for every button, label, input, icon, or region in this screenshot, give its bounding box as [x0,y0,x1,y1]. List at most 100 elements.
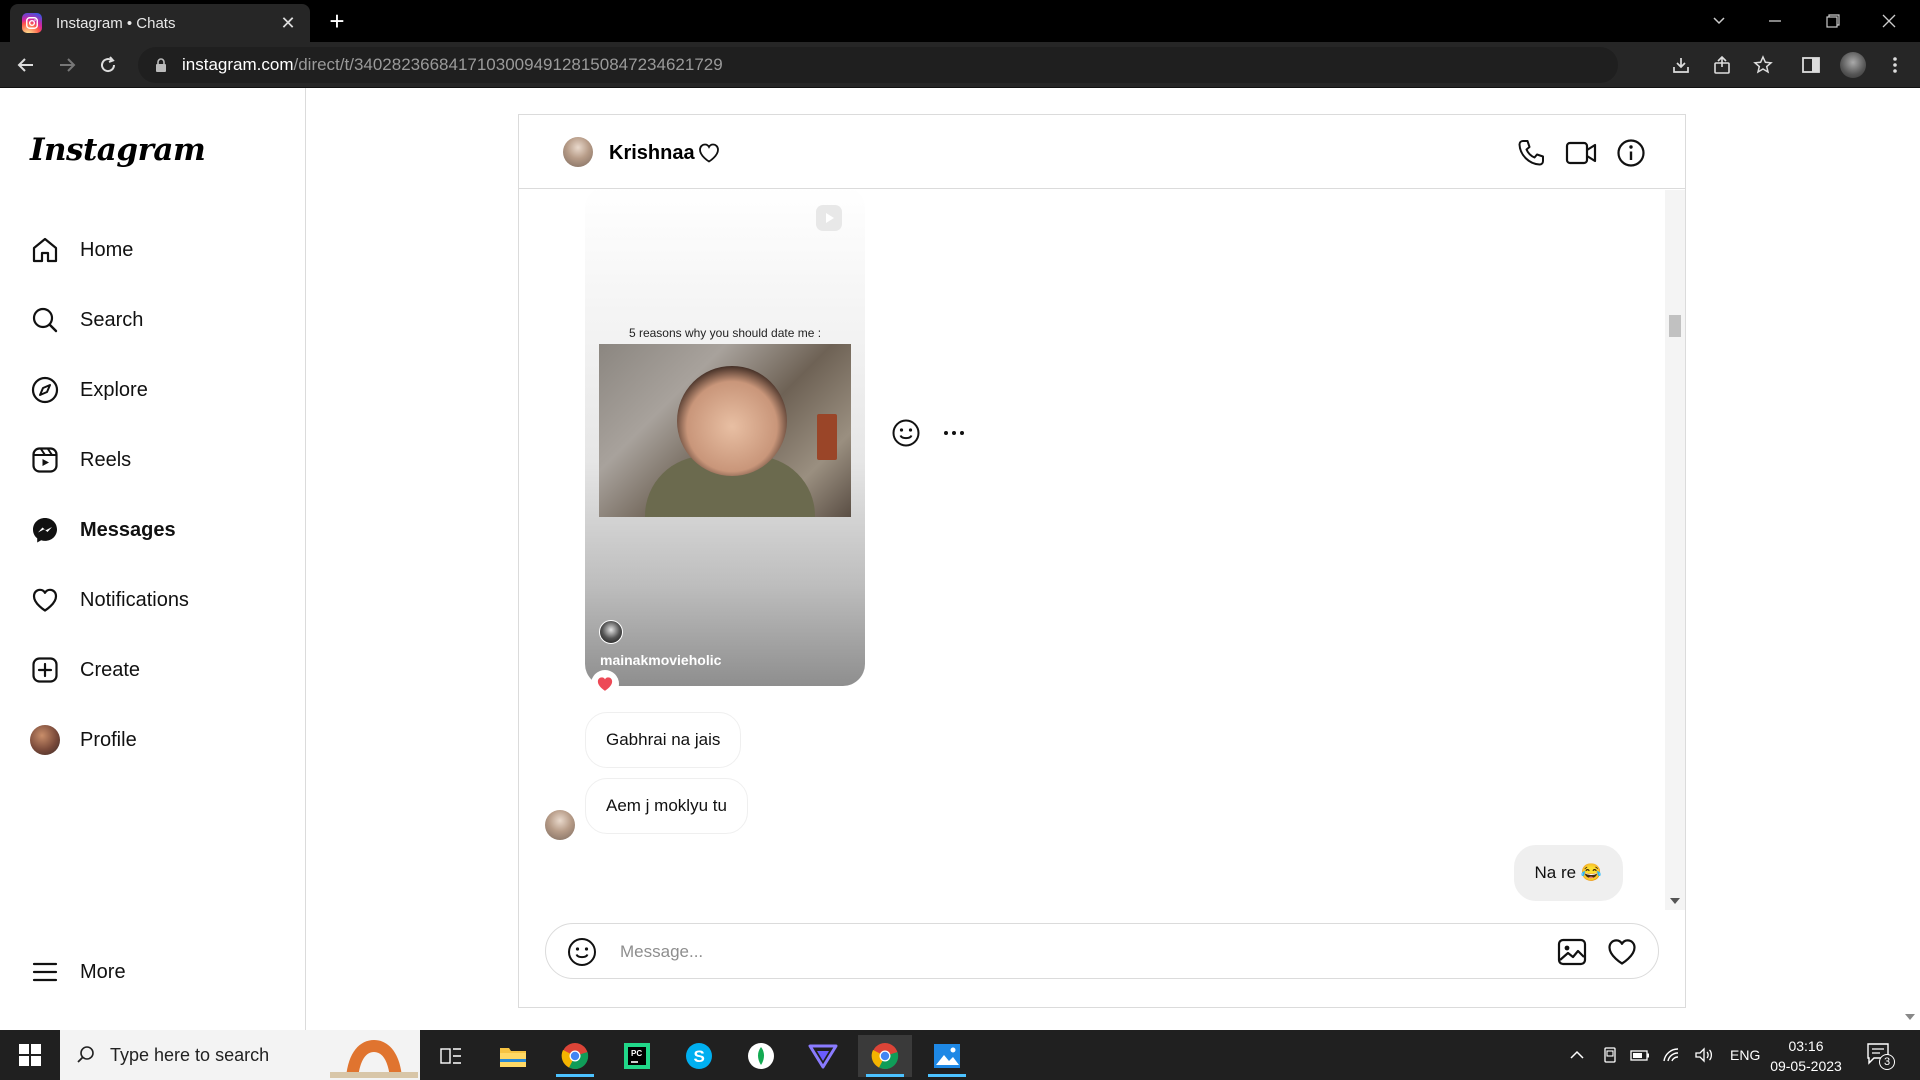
side-panel-icon[interactable] [1798,52,1824,78]
message-actions [891,418,965,448]
wifi-icon[interactable] [1662,1047,1682,1063]
sidebar-item-label: Messages [80,518,176,541]
conversation-info-icon[interactable] [1615,137,1647,169]
svg-text:PC: PC [631,1049,642,1058]
sidebar-item-more[interactable]: More [30,948,280,996]
avatar [30,725,60,755]
instagram-page: Instagram Home Search Explore Reels Mess… [0,88,1920,1030]
plus-square-icon [30,655,60,685]
taskbar-search-box[interactable]: Type here to search [60,1030,420,1080]
sidebar-item-search[interactable]: Search [30,296,280,344]
url-host: instagram.com [182,55,294,74]
contact-name-link[interactable]: Krishnaa [609,141,721,165]
new-tab-button[interactable]: + [324,8,350,34]
browser-tab[interactable]: Instagram • Chats ✕ [10,4,310,42]
show-hidden-icons-chevron-icon[interactable] [1570,1050,1584,1060]
emoji-picker-icon[interactable] [566,936,598,968]
reel-play-icon [816,205,842,231]
clock-time: 03:16 [1788,1038,1824,1054]
forward-icon[interactable] [53,51,81,79]
skype-app-icon[interactable]: S [672,1035,726,1077]
instagram-favicon-icon [22,13,42,33]
scroll-down-arrow-icon[interactable] [1670,898,1680,904]
page-scroll-down-arrow-icon[interactable] [1905,1014,1915,1020]
sidebar-item-label: Explore [80,378,148,401]
windows-start-icon[interactable] [0,1030,60,1080]
contact-name: Krishnaa [609,141,695,164]
sidebar-item-reels[interactable]: Reels [30,436,280,484]
search-highlight-image [330,1032,418,1078]
taskbar-search-placeholder: Type here to search [110,1044,270,1065]
page-scrollbar[interactable] [1900,88,1920,1030]
task-view-icon[interactable] [424,1035,478,1077]
running-indicator [928,1074,966,1077]
windows-taskbar: Type here to search PC S ENG 03:16 09-05… [0,1030,1920,1080]
action-center-icon[interactable]: 3 [1866,1040,1900,1072]
restore-button[interactable] [1810,6,1856,36]
browser-toolbar: instagram.com/direct/t/34028236684171030… [0,42,1920,88]
menu-kebab-icon[interactable] [1882,52,1908,78]
sidebar-item-explore[interactable]: Explore [30,366,280,414]
pycharm-app-icon[interactable]: PC [610,1035,664,1077]
sidebar-item-home[interactable]: Home [30,226,280,274]
running-indicator [556,1074,594,1077]
shared-reel-card[interactable]: 5 reasons why you should date me : maina… [585,190,865,686]
bookmark-star-icon[interactable] [1750,52,1776,78]
video-call-icon[interactable] [1565,137,1597,169]
hamburger-menu-icon [30,957,60,987]
like-heart-icon[interactable] [1606,936,1638,968]
heart-emoji-icon [698,143,719,163]
running-indicator [866,1074,904,1077]
sender-avatar[interactable] [545,810,575,840]
download-icon[interactable] [1668,52,1694,78]
message-bubble[interactable]: Gabhrai na jais [585,712,742,768]
more-options-icon[interactable] [943,430,965,436]
chrome-active-app-icon[interactable] [858,1035,912,1077]
notification-count-badge: 3 [1879,1054,1895,1070]
file-explorer-icon[interactable] [486,1035,540,1077]
contact-avatar[interactable] [563,137,593,167]
close-window-button[interactable] [1866,6,1912,36]
volume-icon[interactable] [1694,1047,1714,1063]
sidebar-item-profile[interactable]: Profile [30,716,280,764]
reel-thumbnail [599,344,851,517]
image-upload-icon[interactable] [1556,936,1588,968]
thread-scrollbar[interactable] [1665,190,1685,910]
tab-close-icon[interactable]: ✕ [278,13,298,34]
minimize-button[interactable] [1752,6,1798,36]
chrome-app-icon[interactable] [548,1035,602,1077]
reload-icon[interactable] [94,51,122,79]
browser-titlebar: Instagram • Chats ✕ + [0,0,1920,42]
chat-panel: Krishnaa 5 reasons why you should date m… [518,114,1686,1008]
message-bubble-mine[interactable]: Na re 😂 [1513,845,1623,901]
reaction-heart-icon[interactable] [591,670,619,698]
sidebar-item-label: Search [80,308,144,331]
react-emoji-icon[interactable] [891,418,921,448]
message-input[interactable] [620,936,1520,968]
url-path: /direct/t/340282366841710300949128150847… [293,55,723,74]
scrollbar-thumb[interactable] [1669,315,1681,337]
language-indicator[interactable]: ENG [1730,1047,1760,1063]
sidebar-item-notifications[interactable]: Notifications [30,576,280,624]
sidebar-item-create[interactable]: Create [30,646,280,694]
home-icon [30,235,60,265]
battery-icon[interactable] [1630,1048,1650,1062]
sidebar-item-messages[interactable]: Messages [30,506,280,554]
browser-profile-avatar[interactable] [1840,52,1866,78]
tab-search-chevron-icon[interactable] [1696,6,1742,36]
sidebar-item-label: Profile [80,728,137,751]
message-thread: 5 reasons why you should date me : maina… [519,190,1665,910]
device-icon[interactable] [1602,1046,1618,1064]
system-tray: ENG [1570,1030,1760,1080]
share-icon[interactable] [1709,52,1735,78]
instagram-logo[interactable]: Instagram [30,132,206,168]
message-bubble[interactable]: Aem j moklyu tu [585,778,748,834]
vpn-app-icon[interactable] [796,1035,850,1077]
sidebar-item-label: More [80,960,126,983]
taskbar-clock[interactable]: 03:16 09-05-2023 [1758,1036,1854,1076]
photos-app-icon[interactable] [920,1035,974,1077]
address-bar[interactable]: instagram.com/direct/t/34028236684171030… [138,47,1618,83]
audio-call-icon[interactable] [1515,137,1547,169]
back-icon[interactable] [12,51,40,79]
mongodb-compass-app-icon[interactable] [734,1035,788,1077]
